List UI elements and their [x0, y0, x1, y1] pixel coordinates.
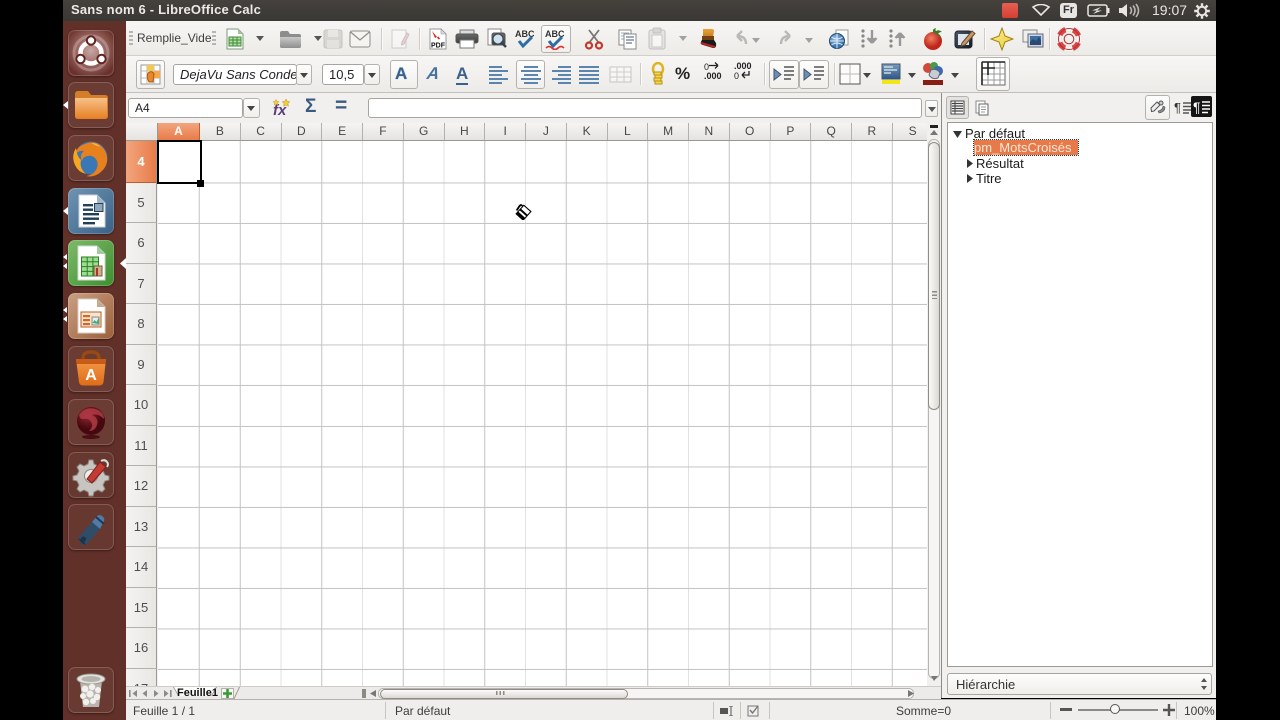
svg-text:A: A [85, 367, 97, 384]
svg-text:PDF: PDF [431, 43, 446, 50]
svg-text:¶: ¶ [1174, 100, 1181, 115]
svg-text:¶: ¶ [1193, 99, 1201, 115]
